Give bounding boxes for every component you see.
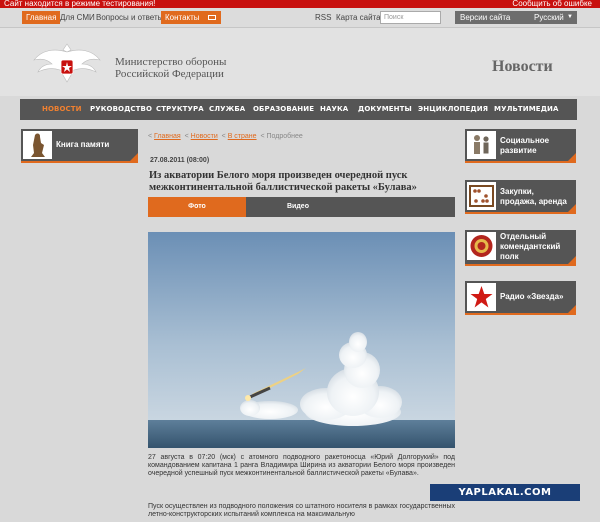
social-development-label: Социальное развитие xyxy=(500,136,550,155)
nav-faq[interactable]: Вопросы и ответы xyxy=(96,11,163,24)
corner-accent xyxy=(568,204,576,212)
testing-notice-text: Сайт находится в режиме тестирования! xyxy=(4,0,156,8)
section-title: Новости xyxy=(492,58,553,75)
menu-service[interactable]: СЛУЖБА xyxy=(209,99,245,120)
box-underline xyxy=(465,212,576,214)
box-underline xyxy=(465,161,576,163)
corner-accent xyxy=(568,305,576,313)
breadcrumb-current: Подробнее xyxy=(266,133,303,140)
menu-multimedia[interactable]: МУЛЬТИМЕДИА xyxy=(494,99,559,120)
box-underline xyxy=(465,264,576,266)
tab-video[interactable]: Видео xyxy=(246,197,350,217)
article-date: 27.08.2011 (08:00) xyxy=(150,157,210,164)
commandant-regiment-label: Отдельный комендантский полк xyxy=(500,232,561,261)
site-versions-label: Версии сайта xyxy=(460,13,511,22)
corner-accent xyxy=(568,256,576,264)
book-of-memory-label: Книга памяти xyxy=(56,140,110,149)
breadcrumb: < Главная < Новости < В стране < Подробн… xyxy=(148,133,303,140)
testing-notice-bar: Сайт находится в режиме тестирования! Со… xyxy=(0,0,600,8)
menu-science[interactable]: НАУКА xyxy=(320,99,348,120)
mail-icon xyxy=(207,15,216,21)
ministry-name-line1: Министерство обороны xyxy=(115,56,227,68)
commandant-regiment-link[interactable]: Отдельный комендантский полк xyxy=(465,230,576,266)
article-paragraph-1: 27 августа в 07:20 (мск) с атомного подв… xyxy=(148,454,455,477)
site-header: Министерство обороны Российской Федераци… xyxy=(0,28,600,96)
double-headed-eagle-emblem-icon xyxy=(32,38,102,88)
sitemap-link[interactable]: Карта сайта xyxy=(336,11,381,24)
regiment-badge-icon xyxy=(467,232,496,260)
search-input[interactable]: Поиск xyxy=(380,11,441,24)
missile-launch-photo[interactable] xyxy=(148,232,455,448)
language-select[interactable]: Русский ▼ xyxy=(529,11,577,24)
radio-zvezda-link[interactable]: Радио «Звезда» xyxy=(465,281,576,315)
nav-home[interactable]: Главная xyxy=(22,11,61,24)
book-of-memory-link[interactable]: Книга памяти xyxy=(21,129,138,163)
memorial-statue-icon xyxy=(23,131,52,159)
nav-contacts-label: Контакты xyxy=(165,13,200,22)
tab-photo[interactable]: Фото xyxy=(148,197,246,217)
procurement-link[interactable]: Закупки, продажа, аренда xyxy=(465,180,576,214)
article-paragraph-2: Пуск осуществлен из подводного положения… xyxy=(148,503,455,518)
yaplakal-watermark: YAPLAKAL.COM xyxy=(430,484,580,501)
nav-media[interactable]: Для СМИ xyxy=(60,11,95,24)
family-people-icon xyxy=(467,131,496,159)
abacus-icon xyxy=(467,182,496,210)
top-utility-nav: Главная Для СМИ Вопросы и ответы Контакт… xyxy=(0,8,600,28)
report-error-link[interactable]: Сообщить об ошибке xyxy=(512,0,592,8)
breadcrumb-home[interactable]: Главная xyxy=(154,133,181,140)
breadcrumb-in-country[interactable]: В стране xyxy=(228,133,257,140)
menu-documents[interactable]: ДОКУМЕНТЫ xyxy=(358,99,412,120)
menu-encyclopedia[interactable]: ЭНЦИКЛОПЕДИЯ xyxy=(418,99,488,120)
red-star-icon xyxy=(467,283,496,311)
ministry-name[interactable]: Министерство обороны Российской Федераци… xyxy=(115,56,226,80)
menu-leadership[interactable]: РУКОВОДСТВО xyxy=(90,99,152,120)
procurement-label: Закупки, продажа, аренда xyxy=(500,187,567,206)
chevron-down-icon: ▼ xyxy=(567,14,573,20)
box-underline xyxy=(465,313,576,315)
menu-structure[interactable]: СТРУКТУРА xyxy=(156,99,204,120)
box-underline xyxy=(21,161,138,163)
language-label: Русский xyxy=(534,13,564,22)
ministry-name-line2: Российской Федерации xyxy=(115,68,224,80)
radio-zvezda-label: Радио «Звезда» xyxy=(500,292,564,301)
menu-education[interactable]: ОБРАЗОВАНИЕ xyxy=(253,99,314,120)
nav-contacts[interactable]: Контакты xyxy=(161,11,221,24)
rss-link[interactable]: RSS xyxy=(315,11,331,24)
corner-accent xyxy=(130,153,138,161)
menu-news[interactable]: НОВОСТИ xyxy=(42,99,82,120)
article-title: Из акватории Белого моря произведен очер… xyxy=(149,170,417,193)
corner-accent xyxy=(568,153,576,161)
main-menu: НОВОСТИ РУКОВОДСТВО СТРУКТУРА СЛУЖБА ОБР… xyxy=(20,99,577,120)
social-development-link[interactable]: Социальное развитие xyxy=(465,129,576,163)
breadcrumb-news[interactable]: Новости xyxy=(191,133,218,140)
